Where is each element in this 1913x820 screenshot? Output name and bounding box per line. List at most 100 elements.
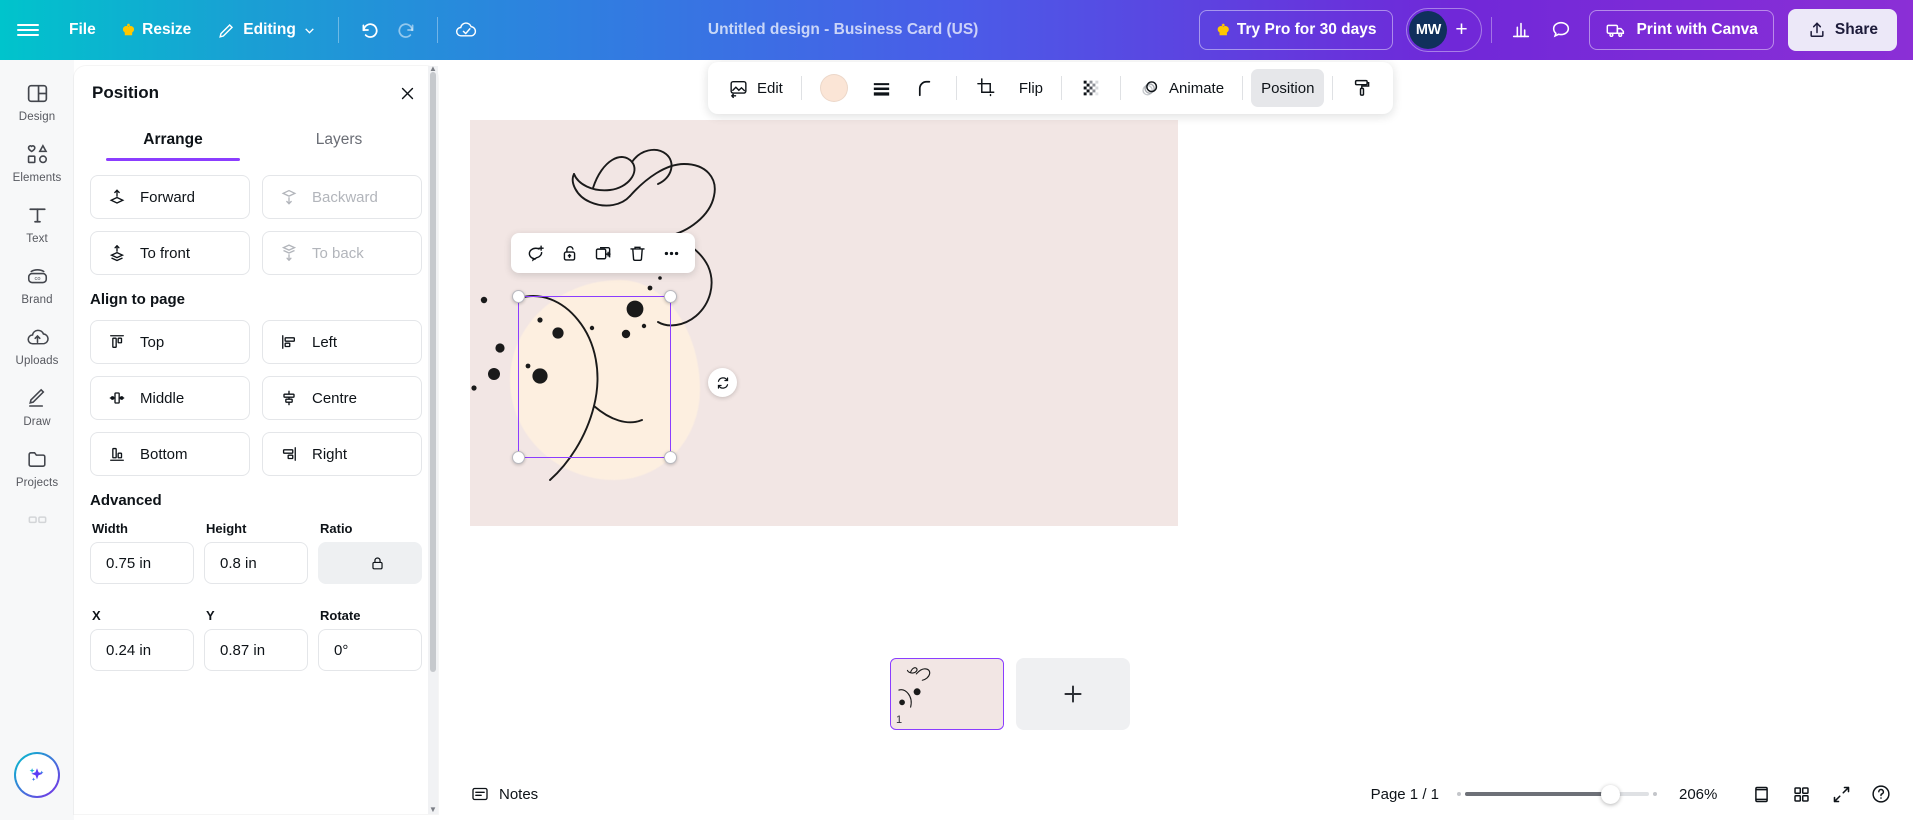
to-back-label: To back: [312, 244, 364, 262]
editing-label: Editing: [243, 21, 296, 38]
magic-studio-ai-button[interactable]: [14, 752, 60, 798]
backward-button[interactable]: Backward: [262, 175, 422, 219]
sidebar-item-brand[interactable]: co Brand: [3, 255, 71, 313]
tab-arrange[interactable]: Arrange: [90, 120, 256, 161]
align-right-button[interactable]: Right: [262, 432, 422, 476]
order-buttons-grid: Forward Backward To front To back: [90, 175, 422, 275]
left-sidebar-rail: Design Elements Text co Brand Uploads Dr…: [0, 60, 74, 820]
forward-label: Forward: [140, 188, 196, 206]
align-bottom-button[interactable]: Bottom: [90, 432, 250, 476]
redo-button[interactable]: [388, 10, 428, 50]
to-front-button[interactable]: To front: [90, 231, 250, 275]
resize-handle-top-right[interactable]: [664, 290, 677, 303]
crop-button[interactable]: [965, 69, 1007, 107]
align-left-button[interactable]: Left: [262, 320, 422, 364]
position-button[interactable]: Position: [1251, 69, 1325, 107]
scroll-down-arrow[interactable]: ▼: [429, 805, 437, 814]
sidebar-item-uploads[interactable]: Uploads: [3, 316, 71, 374]
cloud-check-icon[interactable]: [447, 10, 487, 50]
sidebar-item-projects[interactable]: Projects: [3, 438, 71, 496]
share-button[interactable]: Share: [1787, 9, 1897, 51]
x-input[interactable]: 0.24 in: [90, 629, 194, 671]
rotate-input[interactable]: 0°: [318, 629, 422, 671]
rotate-handle[interactable]: [708, 368, 737, 397]
document-title[interactable]: Untitled design - Business Card (US): [696, 15, 990, 45]
forward-button[interactable]: Forward: [90, 175, 250, 219]
resize-button[interactable]: ♚ Resize: [109, 12, 205, 48]
panel-scrollbar-thumb[interactable]: [430, 72, 436, 672]
resize-handle-bottom-right[interactable]: [664, 451, 677, 464]
hamburger-icon[interactable]: [0, 0, 56, 60]
resize-handle-top-left[interactable]: [512, 290, 525, 303]
bar-chart-icon[interactable]: [1501, 10, 1541, 50]
add-collaborator-icon[interactable]: +: [1447, 18, 1475, 42]
present-screen-button[interactable]: [1741, 774, 1781, 814]
align-top-button[interactable]: Top: [90, 320, 250, 364]
sidebar-label: Projects: [15, 477, 59, 489]
help-button[interactable]: [1861, 774, 1901, 814]
align-middle-button[interactable]: Middle: [90, 376, 250, 420]
zoom-slider-knob[interactable]: [1601, 784, 1620, 804]
panel-scrollbar[interactable]: ▲ ▼: [428, 64, 438, 814]
add-page-button[interactable]: [1016, 658, 1130, 730]
file-menu-button[interactable]: File: [56, 12, 109, 48]
flip-button[interactable]: Flip: [1009, 69, 1053, 107]
undo-button[interactable]: [348, 10, 388, 50]
align-middle-label: Middle: [140, 389, 185, 407]
editing-mode-button[interactable]: Editing: [204, 12, 329, 48]
try-pro-button[interactable]: ♚ Try Pro for 30 days: [1199, 10, 1394, 50]
design-canvas[interactable]: [470, 120, 1178, 526]
print-with-canva-button[interactable]: Print with Canva: [1589, 10, 1774, 50]
color-swatch-button[interactable]: [810, 69, 858, 107]
grid-view-button[interactable]: [1781, 774, 1821, 814]
tab-layers[interactable]: Layers: [256, 120, 422, 161]
comment-add-button[interactable]: [519, 237, 551, 269]
duplicate-button[interactable]: [587, 237, 619, 269]
ratio-lock-button[interactable]: [318, 542, 422, 584]
align-centre-button[interactable]: Centre: [262, 376, 422, 420]
sidebar-item-design[interactable]: Design: [3, 72, 71, 130]
zoom-max-dot: [1653, 792, 1657, 796]
zoom-slider[interactable]: [1457, 784, 1657, 804]
editor-area: Edit Flip Animate Position 1 Notes Page …: [438, 60, 1913, 820]
page-thumbnail-1[interactable]: 1: [890, 658, 1004, 730]
arrow-up-stack-icon: [109, 244, 125, 262]
sidebar-item-text[interactable]: Text: [3, 194, 71, 252]
speech-bubble-icon[interactable]: [1541, 10, 1581, 50]
expand-arrows-icon: [1833, 786, 1849, 802]
edit-image-icon: [730, 80, 747, 98]
transparency-button[interactable]: [1070, 69, 1112, 107]
page-number-label: 1: [896, 714, 903, 726]
to-front-label: To front: [140, 244, 191, 262]
canvas-viewport[interactable]: [438, 120, 1913, 710]
align-left-label: Left: [312, 333, 338, 351]
line-thickness-button[interactable]: [860, 69, 903, 107]
pencil-icon: [219, 23, 234, 38]
animate-button[interactable]: Animate: [1129, 69, 1234, 107]
sidebar-item-apps[interactable]: [3, 499, 71, 538]
delete-button[interactable]: [621, 237, 653, 269]
collaborators-group[interactable]: MW +: [1406, 8, 1483, 52]
sidebar-label: Draw: [23, 416, 51, 428]
cloud-upload-icon: [26, 329, 49, 345]
y-input[interactable]: 0.87 in: [204, 629, 308, 671]
zoom-percent-label[interactable]: 206%: [1679, 786, 1725, 803]
unlock-button[interactable]: [553, 237, 585, 269]
element-context-toolbar: Edit Flip Animate Position: [708, 62, 1394, 114]
sidebar-item-draw[interactable]: Draw: [3, 377, 71, 435]
paint-roller-button[interactable]: [1341, 69, 1383, 107]
sidebar-item-elements[interactable]: Elements: [3, 133, 71, 191]
width-input[interactable]: 0.75 in: [90, 542, 194, 584]
more-options-button[interactable]: [655, 237, 687, 269]
notes-button[interactable]: Notes: [458, 776, 550, 812]
resize-handle-bottom-left[interactable]: [512, 451, 525, 464]
height-input[interactable]: 0.8 in: [204, 542, 308, 584]
to-back-button[interactable]: To back: [262, 231, 422, 275]
avatar[interactable]: MW: [1409, 11, 1448, 49]
corner-radius-button[interactable]: [905, 69, 948, 107]
selection-bounding-box[interactable]: [512, 290, 677, 464]
expand-fullscreen-button[interactable]: [1821, 774, 1861, 814]
panel-body: Forward Backward To front To back Align …: [74, 161, 438, 671]
close-icon[interactable]: [392, 78, 422, 108]
edit-image-button[interactable]: Edit: [718, 69, 793, 107]
